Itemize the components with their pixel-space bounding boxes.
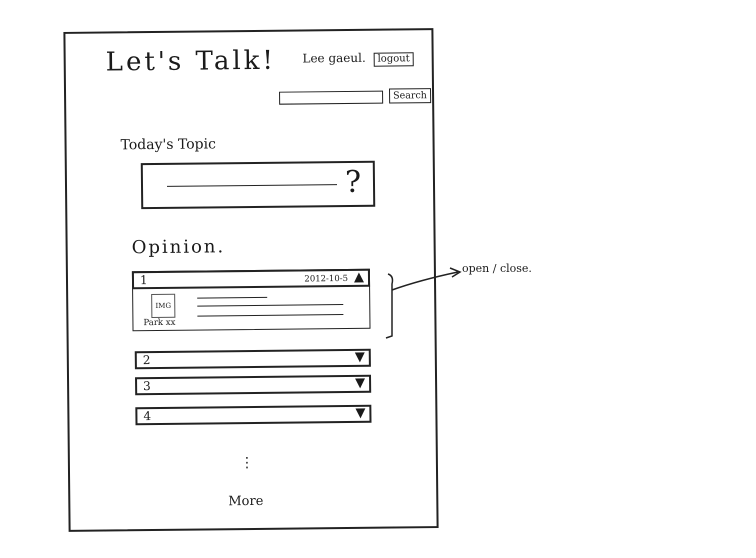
topic-box: ? <box>140 160 376 210</box>
expand-arrow-icon[interactable]: ▼ <box>355 406 365 421</box>
logout-button[interactable]: logout <box>373 52 414 67</box>
content-line <box>197 314 344 317</box>
opinion-item-date: 2012-10-5 <box>304 273 349 285</box>
opinion-item-number: 2 <box>142 353 151 368</box>
topic-question-mark: ? <box>344 164 362 201</box>
author-name: Park xx <box>143 317 176 329</box>
expand-arrow-icon[interactable]: ▼ <box>355 376 365 391</box>
opinion-item-number: 4 <box>143 409 152 424</box>
opinion-item-open-panel: 1 2012-10-5 ▲ IMG Park xx <box>131 268 371 332</box>
opinion-item-3[interactable]: 3 ▼ <box>135 374 372 396</box>
topic-text-placeholder <box>167 184 338 187</box>
search-input[interactable] <box>279 90 384 105</box>
search-button[interactable]: Search <box>389 88 431 104</box>
user-name: Lee gaeul. <box>302 50 366 66</box>
content-line <box>197 296 268 299</box>
opinion-item-number: 3 <box>143 379 151 394</box>
opinion-item-number: 1 <box>139 273 148 288</box>
collapse-arrow-icon[interactable]: ▲ <box>354 270 364 285</box>
content-line <box>197 304 344 307</box>
more-dots-icon: ⋮ <box>239 454 255 472</box>
opinion-item-4[interactable]: 4 ▼ <box>135 404 372 426</box>
opinion-item-header-1[interactable]: 1 2012-10-5 ▲ <box>131 268 371 290</box>
annotation-arrow-icon <box>385 267 462 339</box>
open-close-annotation: open / close. <box>462 262 532 275</box>
opinion-item-2[interactable]: 2 ▼ <box>134 348 371 370</box>
todays-topic-label: Today's Topic <box>120 136 217 154</box>
opinion-label: Opinion. <box>131 236 226 259</box>
more-button[interactable]: More <box>228 494 263 509</box>
app-title: Let's Talk! <box>105 45 277 78</box>
expand-arrow-icon[interactable]: ▼ <box>355 350 365 365</box>
author-image-placeholder: IMG <box>151 293 176 319</box>
user-area: Lee gaeul. logout <box>302 50 414 67</box>
